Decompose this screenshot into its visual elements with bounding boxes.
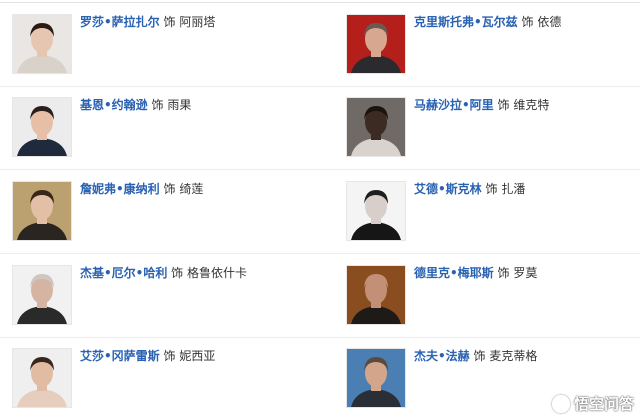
- row-divider: [0, 253, 640, 254]
- actor-photo[interactable]: [346, 97, 406, 157]
- cast-caption: 杰夫•法赫 饰 麦克蒂格: [414, 348, 537, 364]
- row-divider: [0, 337, 640, 338]
- actor-name-link[interactable]: 罗莎•萨拉扎尔: [80, 15, 160, 29]
- role-separator: 饰: [171, 266, 184, 280]
- character-name: 罗莫: [513, 266, 538, 280]
- wukong-logo-icon: [551, 394, 570, 413]
- character-name: 阿丽塔: [179, 15, 216, 29]
- role-separator: 饰: [151, 98, 164, 112]
- row-divider: [0, 169, 640, 170]
- actor-photo[interactable]: [12, 97, 72, 157]
- cast-caption: 德里克•梅耶斯 饰 罗莫: [414, 265, 537, 281]
- actor-photo[interactable]: [346, 265, 406, 325]
- actor-photo[interactable]: [346, 14, 406, 74]
- actor-photo[interactable]: [12, 265, 72, 325]
- cast-entry: 德里克•梅耶斯 饰 罗莫: [346, 265, 640, 335]
- cast-entry: 罗莎•萨拉扎尔 饰 阿丽塔: [12, 14, 312, 84]
- top-divider: [0, 2, 640, 3]
- actor-photo[interactable]: [12, 348, 72, 408]
- role-separator: 饰: [521, 15, 534, 29]
- actor-name-link[interactable]: 基恩•约翰逊: [80, 98, 148, 112]
- role-separator: 饰: [497, 98, 510, 112]
- cast-entry: 艾莎•冈萨雷斯 饰 妮西亚: [12, 348, 312, 418]
- actor-photo[interactable]: [12, 14, 72, 74]
- cast-caption: 马赫沙拉•阿里 饰 维克特: [414, 97, 549, 113]
- actor-name-link[interactable]: 杰基•厄尔•哈利: [80, 266, 167, 280]
- actor-name-link[interactable]: 艾莎•冈萨雷斯: [80, 349, 160, 363]
- cast-entry: 马赫沙拉•阿里 饰 维克特: [346, 97, 640, 167]
- character-name: 维克特: [513, 98, 550, 112]
- role-separator: 饰: [163, 182, 176, 196]
- cast-entry: 基恩•约翰逊 饰 雨果: [12, 97, 312, 167]
- actor-photo[interactable]: [12, 181, 72, 241]
- cast-caption: 罗莎•萨拉扎尔 饰 阿丽塔: [80, 14, 215, 30]
- actor-name-link[interactable]: 克里斯托弗•瓦尔兹: [414, 15, 518, 29]
- cast-caption: 詹妮弗•康纳利 饰 绮莲: [80, 181, 203, 197]
- cast-entry: 詹妮弗•康纳利 饰 绮莲: [12, 181, 312, 251]
- actor-name-link[interactable]: 艾德•斯克林: [414, 182, 482, 196]
- character-name: 依德: [537, 15, 562, 29]
- actor-photo[interactable]: [346, 348, 406, 408]
- character-name: 麦克蒂格: [489, 349, 538, 363]
- actor-name-link[interactable]: 马赫沙拉•阿里: [414, 98, 494, 112]
- character-name: 雨果: [167, 98, 192, 112]
- character-name: 妮西亚: [179, 349, 216, 363]
- actor-name-link[interactable]: 杰夫•法赫: [414, 349, 470, 363]
- role-separator: 饰: [497, 266, 510, 280]
- row-divider: [0, 86, 640, 87]
- role-separator: 饰: [163, 15, 176, 29]
- character-name: 扎潘: [501, 182, 526, 196]
- cast-page: 罗莎•萨拉扎尔 饰 阿丽塔 克里斯托弗•瓦尔兹 饰 依德基恩•约翰逊 饰 雨果 马赫…: [0, 0, 640, 420]
- role-separator: 饰: [473, 349, 486, 363]
- actor-name-link[interactable]: 德里克•梅耶斯: [414, 266, 494, 280]
- character-name: 绮莲: [179, 182, 204, 196]
- cast-caption: 艾德•斯克林 饰 扎潘: [414, 181, 525, 197]
- cast-entry: 克里斯托弗•瓦尔兹 饰 依德: [346, 14, 640, 84]
- watermark: 悟空问答: [551, 393, 634, 414]
- role-separator: 饰: [163, 349, 176, 363]
- cast-caption: 基恩•约翰逊 饰 雨果: [80, 97, 191, 113]
- cast-caption: 艾莎•冈萨雷斯 饰 妮西亚: [80, 348, 215, 364]
- role-separator: 饰: [485, 182, 498, 196]
- actor-photo[interactable]: [346, 181, 406, 241]
- watermark-text: 悟空问答: [573, 395, 634, 413]
- character-name: 格鲁依什卡: [187, 266, 248, 280]
- cast-caption: 杰基•厄尔•哈利 饰 格鲁依什卡: [80, 265, 247, 281]
- cast-caption: 克里斯托弗•瓦尔兹 饰 依德: [414, 14, 561, 30]
- actor-name-link[interactable]: 詹妮弗•康纳利: [80, 182, 160, 196]
- cast-entry: 杰基•厄尔•哈利 饰 格鲁依什卡: [12, 265, 312, 335]
- cast-entry: 艾德•斯克林 饰 扎潘: [346, 181, 640, 251]
